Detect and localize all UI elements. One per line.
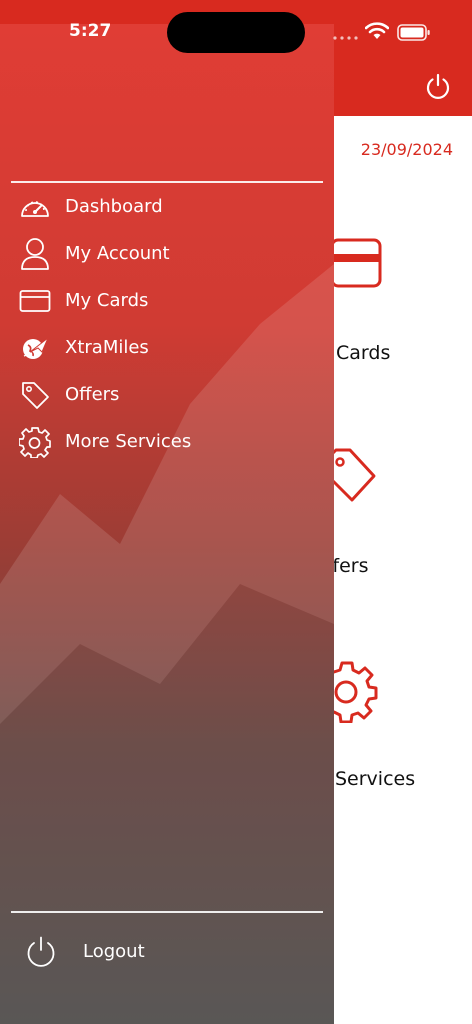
gear-icon bbox=[18, 426, 52, 458]
drawer-item-my-cards[interactable]: My Cards bbox=[0, 279, 334, 323]
signal-dots-icon bbox=[333, 36, 358, 40]
power-icon bbox=[27, 936, 55, 967]
dynamic-island bbox=[167, 12, 305, 53]
logout-label: Logout bbox=[83, 941, 145, 962]
drawer-bottom-divider bbox=[11, 911, 323, 913]
user-icon bbox=[18, 238, 52, 270]
logout-button[interactable]: Logout bbox=[0, 928, 334, 978]
drawer-item-label: My Account bbox=[65, 243, 170, 264]
drawer-item-more-services[interactable]: More Services bbox=[0, 420, 334, 464]
credit-card-icon bbox=[18, 285, 52, 317]
drawer-item-my-account[interactable]: My Account bbox=[0, 232, 334, 276]
wifi-icon bbox=[365, 22, 389, 39]
status-time: 5:27 bbox=[69, 21, 112, 41]
drawer-item-label: My Cards bbox=[65, 290, 149, 311]
drawer-item-label: Dashboard bbox=[65, 196, 163, 217]
power-button[interactable] bbox=[418, 66, 458, 106]
drawer-item-label: XtraMiles bbox=[65, 337, 149, 358]
drawer-item-offers[interactable]: Offers bbox=[0, 373, 334, 417]
side-drawer: Dashboard My Account My Cards XtraMiles … bbox=[0, 24, 334, 1024]
tile-label-cards[interactable]: Cards bbox=[336, 342, 390, 364]
current-date: 23/09/2024 bbox=[360, 140, 453, 159]
tile-label-services[interactable]: Services bbox=[335, 768, 415, 790]
drawer-item-label: More Services bbox=[65, 431, 192, 452]
drawer-item-xtramiles[interactable]: XtraMiles bbox=[0, 326, 334, 370]
tag-icon bbox=[18, 379, 52, 411]
speedometer-icon bbox=[18, 191, 52, 223]
drawer-item-label: Offers bbox=[65, 384, 120, 405]
drawer-item-dashboard[interactable]: Dashboard bbox=[0, 185, 334, 229]
drawer-top-divider bbox=[11, 181, 323, 183]
drawer-background-texture bbox=[0, 264, 334, 1024]
credit-card-icon[interactable] bbox=[330, 237, 384, 291]
plane-globe-icon bbox=[18, 332, 52, 364]
battery-icon bbox=[397, 24, 430, 41]
power-icon bbox=[426, 73, 450, 99]
